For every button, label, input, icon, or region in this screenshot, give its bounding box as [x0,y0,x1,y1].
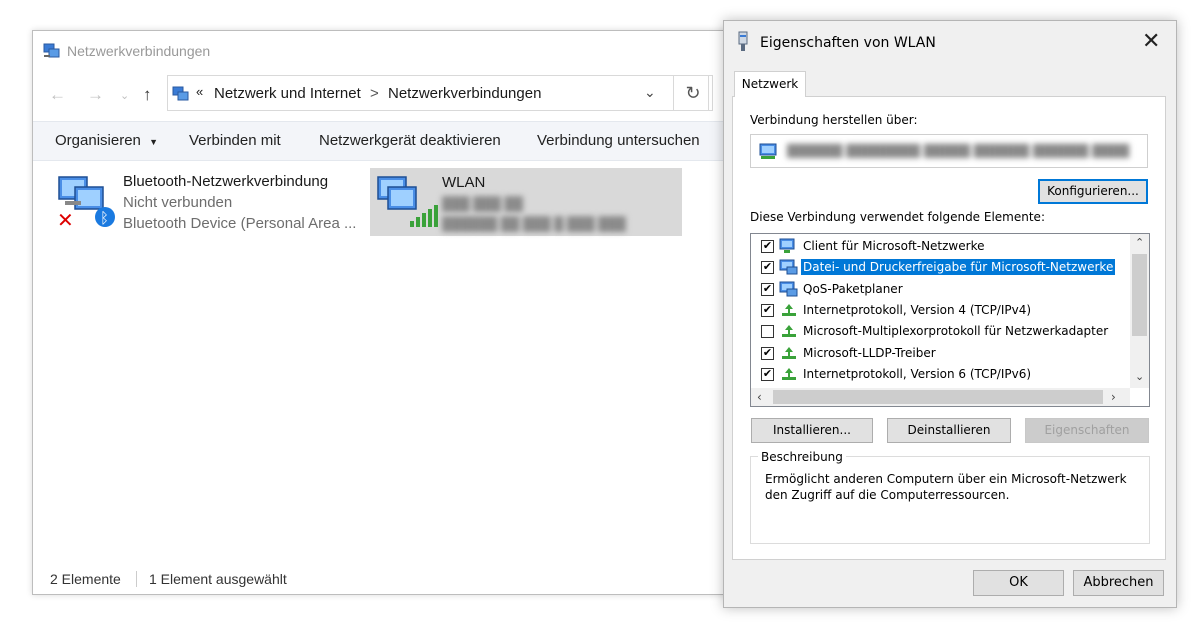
back-arrow-icon[interactable]: ← [49,85,66,105]
status-divider [136,571,137,587]
configure-button[interactable]: Konfigurieren... [1038,179,1148,204]
uninstall-button[interactable]: Deinstallieren [887,418,1011,443]
list-item[interactable]: ✔ Datei- und Druckerfreigabe für Microsof… [751,257,1121,278]
network-adapter-icon [759,143,777,159]
breadcrumb-network-connections[interactable]: Netzwerkverbindungen [388,85,541,102]
wlan-properties-dialog: Eigenschaften von WLAN ✕ Netzwerk Verbin… [723,20,1177,608]
command-bar: Organisieren ▼ Verbinden mit Netzwerkger… [33,121,733,161]
network-adapter-icon: ✕ ᛒ [57,176,115,231]
list-item[interactable]: Microsoft-Multiplexorprotokoll für Netzw… [751,321,1121,342]
connect-button[interactable]: Verbinden mit [189,132,281,149]
description-text: Ermöglicht anderen Computern über ein Mi… [765,472,1127,502]
list-item[interactable]: ✔ Internetprotokoll, Version 6 (TCP/IPv6) [751,364,1121,385]
scroll-up-icon[interactable]: ⌃ [1135,236,1144,249]
scroll-thumb[interactable] [1132,254,1147,336]
status-selection: 1 Element ausgewählt [149,571,287,587]
breadcrumb-network-internet[interactable]: Netzwerk und Internet [214,85,361,102]
address-dropdown-icon[interactable]: ⌄ [644,84,656,101]
breadcrumb-overflow[interactable]: « [196,84,203,99]
list-item-label: Microsoft-LLDP-Treiber [803,345,936,360]
cancel-button[interactable]: Abbrechen [1073,570,1164,596]
list-item[interactable]: ✔ Microsoft-LLDP-Treiber [751,343,1121,364]
breadcrumb-separator[interactable]: > [370,85,379,102]
network-connections-icon [172,86,189,101]
dialog-title: Eigenschaften von WLAN [760,35,936,51]
vertical-scrollbar[interactable]: ⌃ ⌄ [1130,234,1149,388]
scroll-thumb-horizontal[interactable] [773,390,1103,404]
checkbox[interactable]: ✔ [761,240,774,253]
network-adapter-plug-icon [738,31,748,51]
item-network-name-redacted: ███ ███ ██ [442,196,523,211]
diagnose-button[interactable]: Verbindung untersuchen [537,132,700,149]
item-device-redacted: ██████ ██ ███ █ ███ ███ [442,216,626,231]
list-item-label: Client für Microsoft-Netzwerke [803,239,985,253]
svg-text:✕: ✕ [57,208,74,231]
install-button[interactable]: Installieren... [751,418,873,443]
checkbox[interactable]: ✔ [761,282,774,296]
list-item-label: Microsoft-Multiplexorprotokoll für Netzw… [803,324,1109,339]
adapter-name-redacted: ██████ ████████ █████ ██████ ██████ ████ [787,144,1130,158]
ok-button[interactable]: OK [973,570,1064,596]
item-title: WLAN [442,174,486,191]
elements-label: Diese Verbindung verwendet folgende Elem… [750,210,1045,224]
scroll-down-icon[interactable]: ⌄ [1135,370,1144,383]
tab-panel: Verbindung herstellen über: ██████ █████… [732,96,1166,560]
list-item-label: QoS-Paketplaner [803,281,903,296]
organize-button[interactable]: Organisieren ▼ [55,132,158,149]
wlan-connection-item[interactable]: WLAN ███ ███ ██ ██████ ██ ███ █ ███ ███ [370,168,682,236]
network-service-icon [779,281,799,297]
caret-down-icon: ▼ [149,137,158,147]
horizontal-scrollbar[interactable]: ‹ › [751,388,1130,406]
recent-dropdown-icon[interactable]: ⌄ [120,89,129,102]
elements-list: ✔ Client für Microsoft-Netzwerke ✔ Datei- u… [750,233,1150,407]
network-client-icon [779,238,799,254]
adapter-field: ██████ ████████ █████ ██████ ██████ ████ [750,134,1148,168]
protocol-icon [779,323,799,339]
network-connections-window: Netzwerkverbindungen ← → ⌄ ↑ « Netzwerk … [32,30,734,595]
list-item-label: Internetprotokoll, Version 4 (TCP/IPv4) [803,302,1032,317]
refresh-icon[interactable]: ↻ [673,75,713,111]
up-arrow-icon[interactable]: ↑ [143,85,152,105]
network-service-icon [779,259,799,275]
list-item[interactable]: ✔ QoS-Paketplaner [751,279,1121,300]
checkbox[interactable]: ✔ [761,261,774,275]
svg-text:ᛒ: ᛒ [100,209,109,227]
wlan-adapter-icon [377,176,438,227]
address-bar[interactable]: « Netzwerk und Internet > Netzwerkverbin… [167,75,709,111]
scroll-right-icon[interactable]: › [1111,390,1116,404]
disable-device-button[interactable]: Netzwerkgerät deaktivieren [319,132,501,149]
protocol-icon [779,302,799,318]
bluetooth-connection-item[interactable]: ✕ ᛒ Bluetooth-Netzwerkverbindung Nicht v… [49,167,369,237]
network-connections-icon [43,43,60,58]
protocol-icon [779,345,799,361]
checkbox[interactable] [761,325,774,339]
list-item-label: Internetprotokoll, Version 6 (TCP/IPv6) [803,366,1032,381]
checkbox[interactable]: ✔ [761,303,774,317]
protocol-icon [779,366,799,382]
list-item[interactable]: ✔ Internetprotokoll, Version 4 (TCP/IPv4) [751,300,1121,321]
checkbox[interactable]: ✔ [761,367,774,381]
window-title: Netzwerkverbindungen [67,43,211,59]
item-status: Nicht verbunden [123,194,233,211]
description-label: Beschreibung [758,450,846,464]
close-icon[interactable]: ✕ [1142,29,1160,54]
checkbox[interactable]: ✔ [761,346,774,360]
tab-netzwerk[interactable]: Netzwerk [734,71,806,97]
organize-label: Organisieren [55,132,141,149]
forward-arrow-icon[interactable]: → [87,85,104,105]
item-title: Bluetooth-Netzwerkverbindung [123,173,329,190]
list-item-label: Datei- und Druckerfreigabe für Microsoft… [801,259,1116,276]
list-item[interactable]: ✔ Client für Microsoft-Netzwerke [751,236,1121,257]
properties-button[interactable]: Eigenschaften [1025,418,1149,443]
status-item-count: 2 Elemente [50,571,121,587]
scroll-left-icon[interactable]: ‹ [757,390,762,404]
connect-via-label: Verbindung herstellen über: [750,113,918,127]
item-device: Bluetooth Device (Personal Area ... [123,215,357,232]
